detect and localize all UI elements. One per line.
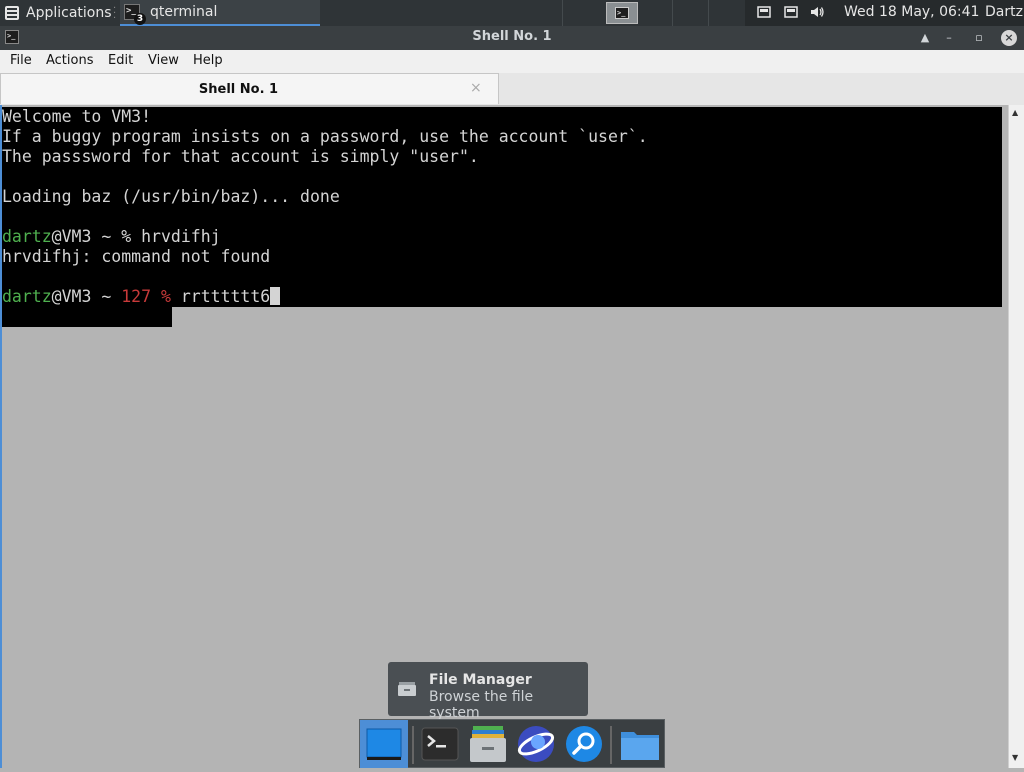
minimize-icon[interactable]: – — [940, 29, 958, 47]
error-message: hrvdifhj: command not found — [2, 247, 271, 266]
terminal-icon — [421, 727, 459, 761]
desktop-icon — [366, 728, 402, 760]
dock-tooltip: File Manager Browse the file system — [388, 662, 588, 721]
maximize-icon[interactable]: ▫ — [970, 29, 988, 47]
vertical-scrollbar[interactable]: ▲ ▼ — [1008, 105, 1024, 768]
menu-help[interactable]: Help — [193, 53, 223, 68]
terminal-icon: >_ 3 — [124, 4, 146, 25]
prompt-symbol: % — [121, 227, 142, 246]
user-menu[interactable]: Dartz — [985, 4, 1023, 20]
terminal-line: If a buggy program insists on a password… — [2, 127, 648, 146]
prompt-user: dartz — [2, 227, 52, 246]
tooltip-description: Browse the file system — [429, 689, 534, 721]
applications-menu-icon — [5, 6, 19, 20]
panel-handle: · · · — [113, 3, 117, 24]
terminal-output-area[interactable] — [2, 307, 172, 327]
menu-actions[interactable]: Actions — [46, 53, 94, 68]
file-manager-icon — [470, 726, 506, 762]
dock-separator — [610, 726, 612, 764]
window-titlebar[interactable]: >_ Shell No. 1 ▲ – ▫ × — [0, 26, 1024, 50]
prompt-host: @VM3 ~ — [51, 227, 122, 246]
menu-view[interactable]: View — [148, 53, 179, 68]
scroll-up-icon[interactable]: ▲ — [1012, 108, 1018, 117]
dock-item-terminal[interactable] — [416, 720, 464, 768]
tab-close-icon[interactable]: × — [470, 80, 482, 96]
window-title: Shell No. 1 — [472, 29, 552, 44]
terminal-icon: >_ — [615, 7, 629, 19]
dock-item-file-manager[interactable] — [464, 720, 512, 768]
dock-item-show-desktop[interactable] — [360, 720, 408, 768]
dock-item-home-folder[interactable] — [616, 720, 664, 768]
top-panel: Applications · · · >_ 3 qterminal >_ Wed 18… — [0, 0, 1024, 26]
applications-menu-button[interactable]: Applications — [4, 3, 112, 23]
prompt-host: @VM3 ~ — [51, 287, 122, 306]
terminal-line: Welcome to VM3! — [2, 107, 152, 126]
dock-item-search[interactable] — [560, 720, 608, 768]
dock-separator — [412, 726, 414, 764]
text-cursor — [270, 287, 281, 305]
terminal-line: The passsword for that account is simply… — [2, 147, 479, 166]
menu-bar: File Actions Edit View Help — [0, 50, 1024, 73]
taskbar-qterminal-button[interactable]: >_ 3 qterminal — [120, 0, 320, 26]
menu-file[interactable]: File — [10, 53, 32, 68]
search-icon — [566, 726, 602, 762]
prompt-user: dartz — [2, 287, 52, 306]
tab-shell-1[interactable]: Shell No. 1 × — [0, 73, 499, 104]
terminal-line: Loading baz (/usr/bin/baz)... done — [2, 187, 340, 206]
current-input: rrtttttt6 — [180, 287, 271, 306]
panel-separator — [672, 0, 673, 26]
applications-label: Applications — [26, 5, 112, 21]
tab-label: Shell No. 1 — [198, 82, 279, 97]
network-icon[interactable] — [757, 5, 771, 19]
command: hrvdifhj — [141, 227, 221, 246]
taskbar-label: qterminal — [150, 4, 218, 20]
workspace-switcher[interactable]: >_ — [606, 2, 638, 24]
exit-code: 127 % — [121, 287, 181, 306]
network-icon[interactable] — [784, 5, 798, 19]
close-icon[interactable]: × — [1001, 30, 1017, 46]
panel-separator — [708, 0, 709, 26]
terminal-text[interactable]: Welcome to VM3! If a buggy program insis… — [2, 107, 648, 307]
tooltip-title: File Manager — [429, 672, 532, 688]
shade-icon[interactable]: ▲ — [916, 29, 934, 47]
menu-edit[interactable]: Edit — [108, 53, 133, 68]
tab-bar: Shell No. 1 × — [0, 73, 1024, 106]
scroll-down-icon[interactable]: ▼ — [1012, 753, 1018, 762]
browser-icon — [517, 726, 555, 762]
dock — [359, 719, 665, 768]
clock[interactable]: Wed 18 May, 06:41 — [844, 4, 979, 20]
window-count-badge: 3 — [134, 13, 146, 25]
dock-item-web-browser[interactable] — [512, 720, 560, 768]
file-manager-icon — [398, 682, 416, 696]
volume-icon[interactable] — [810, 5, 824, 19]
folder-icon — [621, 732, 659, 760]
panel-separator — [562, 0, 563, 26]
